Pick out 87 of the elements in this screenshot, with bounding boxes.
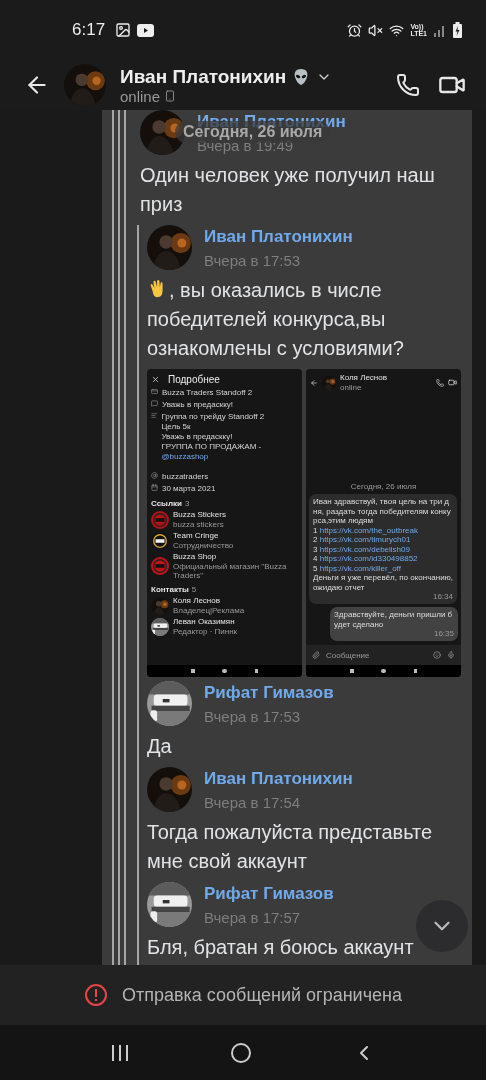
description-line: ГРУППА ПО ПРОДАЖАМ - @buzzashop <box>161 442 263 462</box>
group-name: Buzza Traders Standoff 2 <box>162 388 253 398</box>
clock: 6:17 <box>72 20 106 40</box>
author-name[interactable]: Рифат Гимазов <box>204 883 334 904</box>
home-icon <box>381 669 387 673</box>
message-text: Один человек уже получил наш приз <box>140 163 436 217</box>
message-text: , вы оказались в числе победителей конкурса,вы ознакомлены с условиями? <box>147 277 405 361</box>
calendar-icon <box>151 484 158 491</box>
at-icon <box>151 472 158 479</box>
link-name[interactable]: Buzza Shop <box>173 552 298 562</box>
message-time: Вчера в 17:57 <box>204 908 302 926</box>
author-name[interactable]: Рифат Гимазов <box>204 682 334 703</box>
mic-icon <box>447 651 455 659</box>
video-icon <box>448 378 457 387</box>
card-icon <box>151 388 158 395</box>
message-text: Тогда пожалуйста представьте мне свой аккаунт <box>147 820 434 874</box>
description-line: Группа по трейду Standoff 2 <box>161 412 266 422</box>
signal-icon <box>433 23 447 37</box>
screen-title: Подробнее <box>168 374 220 385</box>
message-line: 2 https://vk.com/timurych01 <box>313 535 412 545</box>
message-link[interactable]: https://vk.com/debelish09 <box>319 544 410 554</box>
contact-name[interactable]: Иван Платонихин <box>120 65 287 88</box>
message-link[interactable]: https://vk.com/the_outbreak <box>319 525 418 535</box>
group-status: Уважь в предаскку! <box>162 400 233 410</box>
section-count: 3 <box>184 499 190 508</box>
message-time: 16:34 <box>432 592 453 601</box>
author-name[interactable]: Иван Платонихин <box>204 226 353 247</box>
contact-name[interactable]: Коля Леснов <box>173 596 245 606</box>
recents-icon[interactable] <box>110 1043 130 1062</box>
link-name[interactable]: Team Cringe <box>173 531 234 541</box>
mute-icon <box>368 22 384 38</box>
date-label: Сегодня, 26 июля <box>350 482 417 491</box>
online-status: online <box>120 87 161 105</box>
restriction-notice: Отправка сообщений ограничена <box>122 984 402 1006</box>
link-subtitle: buzza stickers <box>173 520 225 529</box>
message-line: 4 https://vk.com/id330498852 <box>313 554 419 564</box>
message-link[interactable]: https://vk.com/id330498852 <box>319 554 418 563</box>
author-name[interactable]: Иван Платонихин <box>204 768 353 789</box>
message-time: Вчера в 17:54 <box>204 793 302 811</box>
message-time: Вчера в 17:53 <box>204 707 302 725</box>
home-icon[interactable] <box>230 1041 252 1064</box>
text-lines-icon <box>151 412 158 419</box>
link-name[interactable]: Buzza Stickers <box>173 510 226 520</box>
message-time: 16:35 <box>433 629 454 638</box>
contact-name[interactable]: Леван Оказимян <box>173 617 238 627</box>
description-line: Уважь в предаскку! <box>161 432 234 442</box>
message-text: Да <box>147 734 173 759</box>
emoji-icon <box>433 651 441 659</box>
message-line: Деньги я уже перевёл, по окончанию, ожидаю отчет <box>313 573 453 592</box>
contact-role: Владелец|Реклама <box>173 606 245 615</box>
message-link[interactable]: https://vk.com/timurych01 <box>319 535 411 544</box>
group-address: buzzatraders <box>162 472 209 482</box>
phone-icon <box>436 378 444 387</box>
video-play-icon <box>137 23 155 37</box>
wifi-icon <box>389 22 405 38</box>
close-icon <box>151 375 160 384</box>
message-line: 1 https://vk.com/the_outbreak <box>313 525 419 535</box>
message-input[interactable]: Сообщение <box>306 645 461 665</box>
mention-link[interactable]: @buzzashop <box>161 452 209 461</box>
message-text: Бля, братан я боюсь аккаунт <box>147 935 415 960</box>
gallery-icon <box>115 22 132 38</box>
link-subtitle: Сотрудничество <box>173 541 234 550</box>
attach-icon <box>312 651 320 659</box>
message-line: Иван здравствуй, твоя цель на три дня, раздать тогда победителям конкурса,этим людям <box>313 497 452 526</box>
group-date: 30 марта 2021 <box>162 484 216 494</box>
section-heading: Контакты <box>151 585 189 594</box>
alert-icon <box>84 983 108 1007</box>
section-count: 5 <box>191 585 197 594</box>
message-line: Здравствуйте, деньги пришли будет сделано <box>334 610 454 629</box>
link-subtitle: Официальный магазин "Buzza Traders" <box>173 562 288 580</box>
contact-role: Редактор · Пиннк <box>173 627 238 636</box>
message-time: Вчера в 17:53 <box>204 251 302 269</box>
message-line: 3 https://vk.com/debelish09 <box>313 544 411 554</box>
home-icon <box>222 669 228 673</box>
recents-icon <box>190 669 195 673</box>
message-link[interactable]: https://vk.com/killer_off <box>319 563 401 573</box>
contact-status: online <box>340 383 363 392</box>
recents-icon <box>349 669 354 673</box>
alarm-icon <box>347 22 363 38</box>
chat-bubble-icon <box>151 400 158 407</box>
contact-name: Коля Леснов <box>340 373 388 383</box>
description-line: Цель 5к <box>161 422 192 432</box>
message-line: 5 https://vk.com/killer_off <box>313 563 402 573</box>
phone-device-icon <box>164 90 177 102</box>
phone-icon <box>396 73 420 97</box>
battery-icon <box>453 22 462 38</box>
section-heading: Ссылки <box>151 499 182 508</box>
